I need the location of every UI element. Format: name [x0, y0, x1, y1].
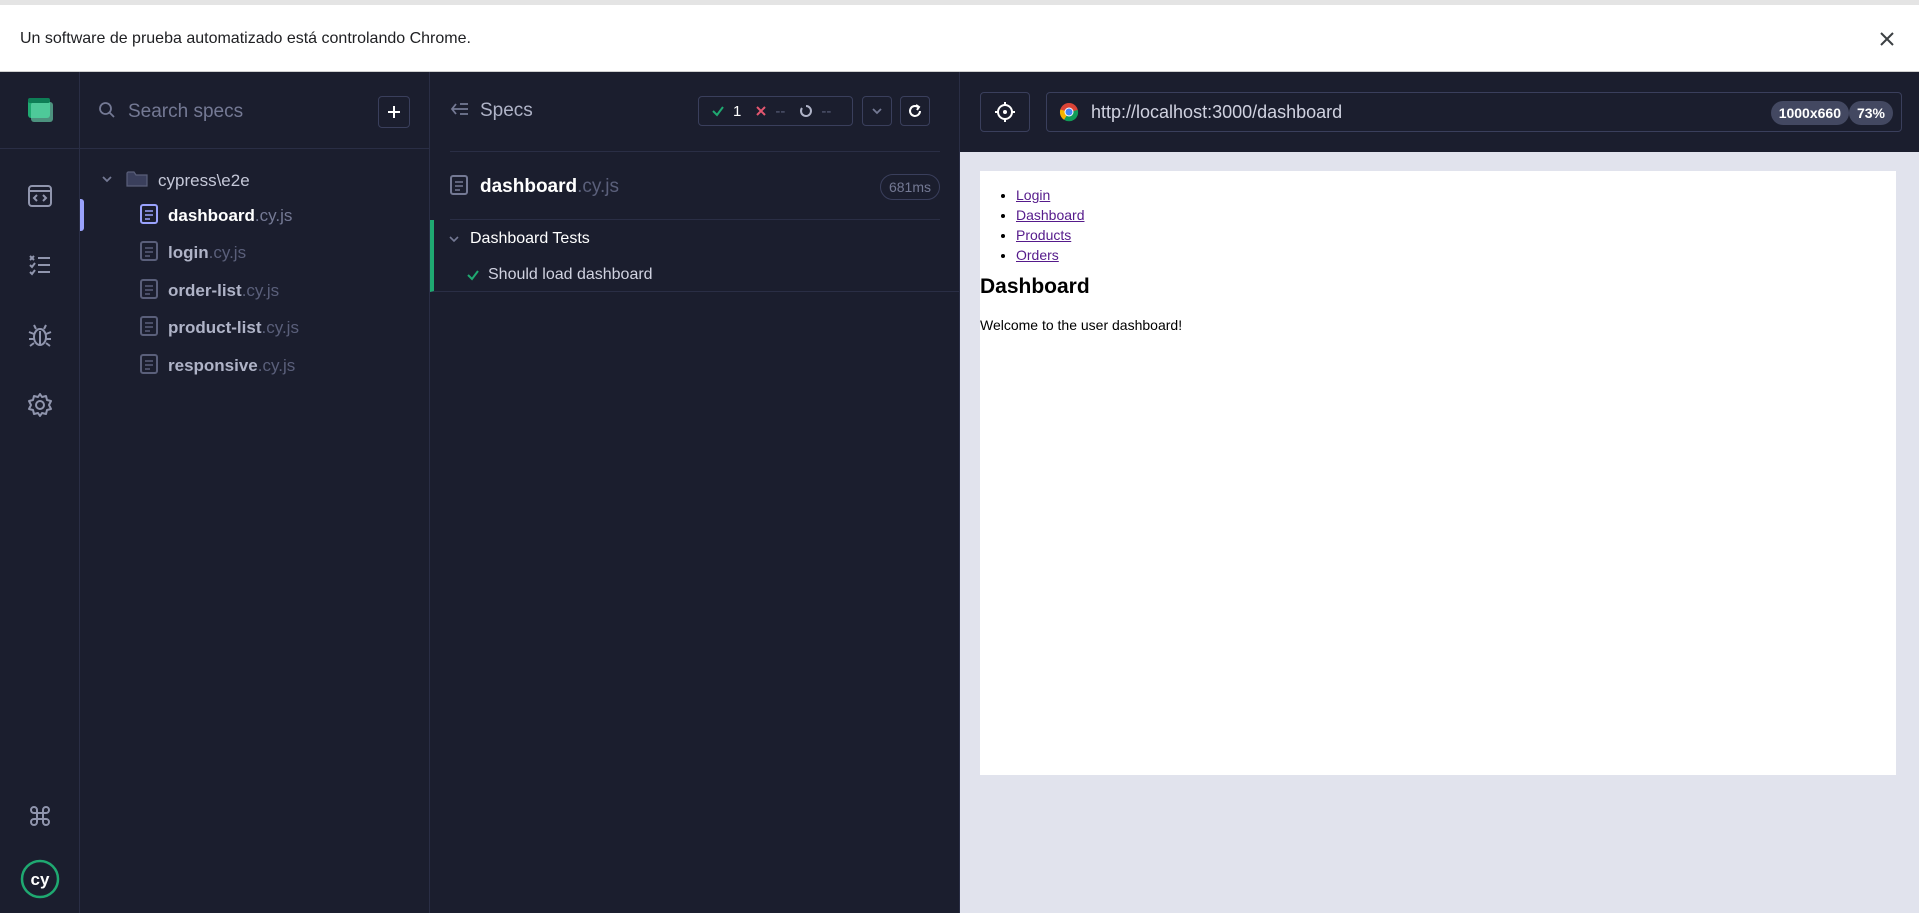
- app-under-test: http://localhost:3000/dashboard 1000x660…: [960, 72, 1919, 913]
- document-icon: [140, 240, 158, 266]
- test-suite[interactable]: Dashboard Tests Should load dashboard: [430, 220, 960, 292]
- spec-file-product-list[interactable]: product-list .cy.js: [80, 313, 430, 343]
- suite-title[interactable]: Dashboard Tests: [448, 230, 590, 248]
- reporter-panel: Specs 1 -- -- dashboard .cy.js 681ms Das…: [430, 72, 960, 913]
- automation-infobar: Un software de prueba automatizado está …: [0, 0, 1919, 72]
- expand-collapse-button[interactable]: [862, 96, 892, 126]
- cypress-logo-icon[interactable]: cy: [0, 851, 80, 907]
- spec-ext: .cy.js: [208, 243, 247, 262]
- plus-icon: [388, 106, 400, 118]
- refresh-icon: [909, 104, 921, 117]
- document-icon: [140, 203, 158, 229]
- settings-icon[interactable]: [0, 377, 80, 433]
- runs-icon[interactable]: [0, 237, 80, 293]
- search-specs-input[interactable]: Search specs: [98, 96, 328, 128]
- spec-file-dashboard[interactable]: dashboard .cy.js: [80, 201, 430, 231]
- url-text: http://localhost:3000/dashboard: [1091, 101, 1343, 122]
- debug-icon[interactable]: [0, 307, 80, 363]
- specs-toggle-button[interactable]: Specs: [450, 100, 533, 122]
- spec-ext: .cy.js: [254, 206, 293, 225]
- specs-icon[interactable]: [0, 168, 80, 224]
- specs-label: Specs: [480, 100, 533, 121]
- runnable-file-header: dashboard .cy.js 681ms: [450, 172, 940, 202]
- document-icon: [140, 353, 158, 379]
- check-icon: [467, 270, 479, 281]
- svg-text:cy: cy: [31, 870, 50, 889]
- chrome-icon: [1059, 103, 1079, 122]
- nav-link-login[interactable]: Login: [1016, 187, 1050, 203]
- aut-header: http://localhost:3000/dashboard 1000x660…: [960, 72, 1919, 152]
- pending-icon: [800, 105, 813, 117]
- viewport-badge[interactable]: 1000x660: [1770, 101, 1849, 125]
- welcome-text: Welcome to the user dashboard!: [980, 317, 1183, 333]
- passed-count: 1: [711, 103, 741, 120]
- test-title: Should load dashboard: [488, 266, 653, 283]
- chevron-down-icon: [872, 108, 882, 115]
- close-icon[interactable]: [1875, 27, 1899, 51]
- keyboard-shortcuts-icon[interactable]: [0, 788, 80, 844]
- spec-ext: .cy.js: [257, 356, 296, 375]
- spec-ext: .cy.js: [261, 318, 299, 337]
- spec-name: product-list: [168, 318, 262, 337]
- nav-link-dashboard[interactable]: Dashboard: [1016, 207, 1085, 223]
- spec-name: login: [168, 243, 209, 262]
- selector-playground-button[interactable]: [980, 92, 1030, 132]
- specs-list-panel: Search specs cypress\e2e dashboard .cy.js…: [80, 72, 430, 913]
- add-spec-button[interactable]: [378, 96, 410, 128]
- crosshair-icon: [995, 102, 1015, 122]
- spec-name: responsive: [168, 356, 258, 375]
- document-icon: [140, 315, 158, 341]
- spec-name: order-list: [168, 281, 242, 300]
- spec-name: dashboard: [168, 206, 255, 225]
- folder-label: cypress\e2e: [158, 171, 250, 190]
- page-heading: Dashboard: [980, 275, 1090, 298]
- rerun-button[interactable]: [900, 96, 930, 126]
- folder-row[interactable]: cypress\e2e: [100, 168, 250, 194]
- document-icon: [450, 174, 468, 200]
- spec-ext: .cy.js: [241, 281, 280, 300]
- folder-icon: [126, 170, 148, 193]
- spec-file-responsive[interactable]: responsive .cy.js: [80, 351, 430, 381]
- duration-badge: 681ms: [879, 174, 940, 200]
- pending-count: --: [799, 103, 831, 120]
- url-bar[interactable]: http://localhost:3000/dashboard 1000x660…: [1046, 92, 1902, 132]
- check-icon: [712, 106, 724, 117]
- spec-file-order-list[interactable]: order-list .cy.js: [80, 276, 430, 306]
- reporter-header: Specs 1 -- --: [430, 72, 960, 152]
- search-icon: [98, 101, 116, 124]
- x-icon: [756, 106, 767, 116]
- failed-count: --: [755, 103, 785, 120]
- nav-link-products[interactable]: Products: [1016, 227, 1071, 243]
- zoom-badge[interactable]: 73%: [1848, 101, 1893, 125]
- cypress-app-logo-icon[interactable]: [0, 82, 80, 138]
- test-item[interactable]: Should load dashboard: [466, 266, 653, 284]
- nav-link-orders[interactable]: Orders: [1016, 247, 1059, 263]
- file-name: dashboard: [480, 176, 578, 197]
- chevron-down-icon: [449, 236, 459, 243]
- search-placeholder: Search specs: [128, 101, 244, 122]
- collapse-left-icon: [450, 101, 470, 122]
- spec-file-login[interactable]: login .cy.js: [80, 238, 430, 268]
- app-nav-list: Login Dashboard Products Orders: [1016, 185, 1896, 265]
- test-stats: 1 -- --: [698, 96, 853, 126]
- document-icon: [140, 278, 158, 304]
- aut-iframe: Login Dashboard Products Orders Dashboar…: [980, 171, 1896, 775]
- infobar-message: Un software de prueba automatizado está …: [20, 30, 471, 47]
- chevron-down-icon: [100, 172, 114, 191]
- file-ext: .cy.js: [577, 176, 619, 197]
- nav-rail: cy: [0, 72, 80, 913]
